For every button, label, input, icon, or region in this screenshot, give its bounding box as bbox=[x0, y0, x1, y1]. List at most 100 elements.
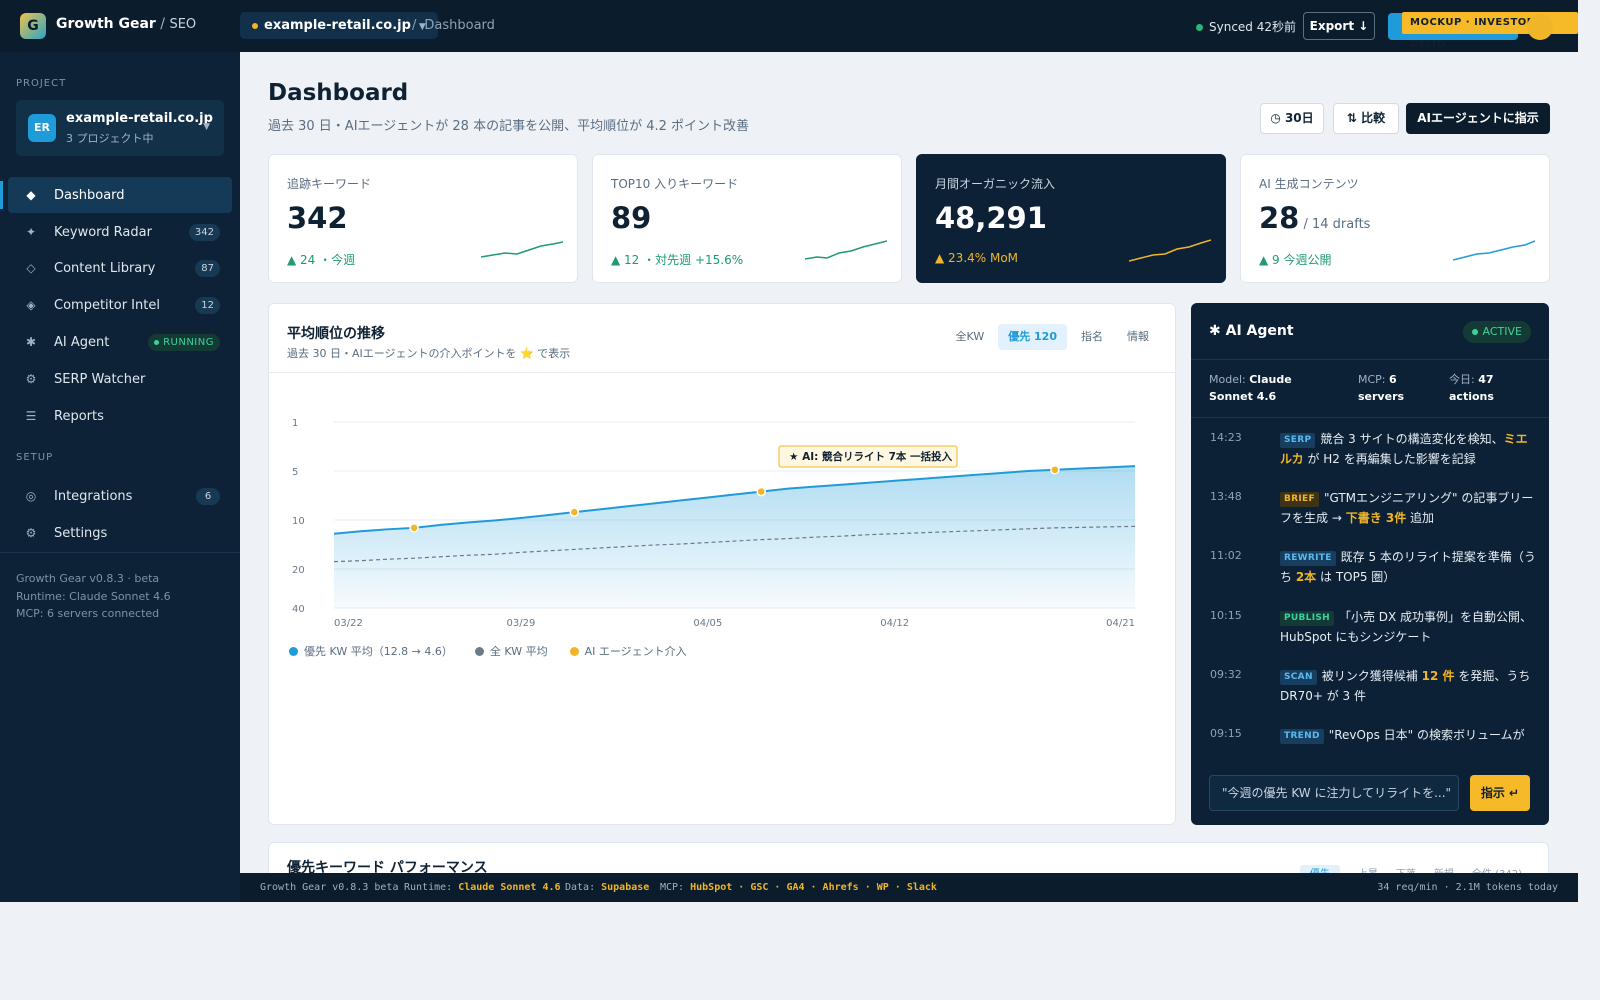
feed-tag: SERP bbox=[1280, 433, 1316, 448]
feed-text: SERP 競合 3 サイトの構造変化を検知、ミエルカ が H2 を再編集した影響を… bbox=[1280, 429, 1536, 469]
domain-selector[interactable]: example-retail.co.jp ▼ bbox=[240, 12, 438, 39]
feed-highlight: 下書き 3件 bbox=[1345, 511, 1407, 525]
sync-dot-icon bbox=[1196, 24, 1203, 31]
mcp-text: MCP: 6 servers connected bbox=[16, 607, 160, 620]
y-tick-label: 1 bbox=[292, 418, 298, 429]
tab-priority[interactable]: 優先 120 bbox=[998, 324, 1067, 350]
sidebar-item-serp-watcher[interactable]: ⚙ SERP Watcher bbox=[8, 361, 232, 397]
project-count: 3 プロジェクト中 bbox=[66, 132, 154, 145]
instruct-agent-button[interactable]: AIエージェントに指示 bbox=[1406, 103, 1550, 134]
agent-model: Model: Claude Sonnet 4.6 bbox=[1209, 371, 1339, 405]
sync-status: Synced 42秒前 bbox=[1196, 18, 1296, 35]
feed-tag: SCAN bbox=[1280, 670, 1317, 685]
kpi-card-top10-keywords[interactable]: TOP10 入りキーワード 89 ▲ 12 ・対先週 +15.6% bbox=[592, 154, 902, 283]
sidebar-item-competitor-intel[interactable]: ◈ Competitor Intel 12 bbox=[8, 287, 232, 323]
sync-label: Synced 42秒前 bbox=[1209, 20, 1297, 34]
sidebar-footer: Growth Gear v0.8.3 · beta Runtime: Claud… bbox=[16, 570, 171, 623]
sidebar-item-dashboard[interactable]: ◆ Dashboard bbox=[0, 177, 232, 213]
agent-divider bbox=[1191, 359, 1549, 360]
feed-text-part: 追加 bbox=[1406, 511, 1435, 525]
export-button[interactable]: Export ↓ bbox=[1303, 12, 1375, 40]
sidebar-item-content-library[interactable]: ◇ Content Library 87 bbox=[8, 250, 232, 286]
diamond-dot-icon: ◈ bbox=[26, 298, 36, 312]
x-tick-label: 04/21 bbox=[1106, 618, 1135, 629]
agent-send-button[interactable]: 指示 ↵ bbox=[1470, 775, 1530, 811]
page-title: Dashboard bbox=[268, 80, 409, 106]
sidebar-item-ai-agent[interactable]: ✱ AI Agent RUNNING bbox=[8, 324, 232, 360]
agent-divider bbox=[1191, 417, 1549, 418]
sidebar-item-settings[interactable]: ⚙ Settings bbox=[8, 515, 232, 551]
app-logo: G bbox=[20, 13, 46, 39]
status-dot-icon bbox=[1471, 329, 1478, 335]
feed-text-part: "RevOps 日本" の検索ボリュームが bbox=[1328, 728, 1525, 742]
status-data: Data: Supabase bbox=[565, 882, 649, 893]
legend-label: 全 KW 平均 bbox=[489, 645, 548, 658]
y-tick-label: 20 bbox=[292, 565, 305, 576]
legend-label: AI エージェント介入 bbox=[584, 645, 687, 658]
ranking-trend-panel: 平均順位の推移 過去 30 日・AIエージェントの介入ポイントを ⭐ で表示 全… bbox=[268, 303, 1176, 825]
tab-branded[interactable]: 指名 bbox=[1071, 324, 1113, 350]
agent-status-badge: ACTIVE bbox=[1462, 321, 1531, 343]
status-usage: 34 req/min · 2.1M tokens today bbox=[1377, 882, 1558, 893]
sidebar-item-keyword-radar[interactable]: ✦ Keyword Radar 342 bbox=[8, 214, 232, 250]
legend-item-all: 全 KW 平均 bbox=[474, 643, 548, 659]
breadcrumb-current[interactable]: Dashboard bbox=[424, 18, 495, 33]
gear-icon: ⚙ bbox=[25, 372, 37, 386]
page-subtitle: 過去 30 日・AIエージェントが 28 本の記事を公開、平均順位が 4.2 ポ… bbox=[268, 119, 750, 134]
kpi-value: 89 bbox=[611, 201, 652, 235]
feed-text: TREND "RevOps 日本" の検索ボリュームが bbox=[1280, 725, 1536, 745]
count-badge: 12 bbox=[195, 297, 220, 314]
kpi-value: 48,291 bbox=[935, 201, 1047, 235]
legend-swatch bbox=[289, 647, 298, 656]
kpi-label: TOP10 入りキーワード bbox=[611, 177, 739, 191]
list-icon: ☰ bbox=[25, 409, 37, 423]
feed-highlight: 12 件 bbox=[1421, 669, 1455, 683]
feed-text: PUBLISH 「小売 DX 成功事例」を自動公開、HubSpot にもシンジケー… bbox=[1280, 607, 1536, 647]
agent-activity-feed[interactable]: 14:23 SERP 競合 3 サイトの構造変化を検知、ミエルカ が H2 を再編… bbox=[1191, 429, 1549, 761]
sidebar-item-reports[interactable]: ☰ Reports bbox=[8, 398, 232, 434]
sidebar-item-label: Content Library bbox=[54, 260, 156, 276]
feed-highlight: 2本 bbox=[1295, 570, 1317, 584]
ai-intervention-point[interactable] bbox=[1050, 465, 1060, 475]
period-button[interactable]: ◷ 30日 bbox=[1260, 103, 1324, 134]
feed-text: REWRITE 既存 5 本のリライト提案を準備（うち 2本 は TOP5 圏） bbox=[1280, 547, 1536, 587]
status-mcp-label: MCP: bbox=[660, 882, 691, 893]
ai-intervention-point[interactable] bbox=[569, 507, 580, 517]
legend-item-ai: AI エージェント介入 bbox=[569, 643, 687, 659]
agent-title: ✱ AI Agent bbox=[1209, 323, 1294, 339]
sidebar-item-label: Settings bbox=[54, 525, 108, 541]
status-bar: Growth Gear v0.8.3 beta Runtime: Claude … bbox=[240, 873, 1578, 902]
ranking-line-chart: 1 5 10 20 40 03/22 03/29 04/05 04/12 04/21 ★ AI: … bbox=[292, 418, 1136, 629]
diamond-outline-icon: ◇ bbox=[26, 261, 36, 275]
version-text: Growth Gear v0.8.3 · beta bbox=[16, 572, 160, 585]
agent-status-label: ACTIVE bbox=[1482, 325, 1522, 338]
tab-informational[interactable]: 情報 bbox=[1117, 324, 1159, 350]
feed-text-part: 競合 3 サイトの構造変化を検知、 bbox=[1320, 432, 1504, 446]
sparkle-icon: ✦ bbox=[25, 225, 37, 239]
sidebar-item-label: Integrations bbox=[54, 488, 133, 504]
agent-instruction-input[interactable]: "今週の優先 KW に注力してリライトを..." bbox=[1209, 775, 1459, 811]
feed-time: 13:48 bbox=[1210, 490, 1242, 503]
running-dot-icon bbox=[154, 339, 160, 345]
compare-button[interactable]: ⇅ 比較 bbox=[1333, 103, 1399, 134]
x-tick-label: 04/05 bbox=[693, 618, 722, 629]
kpi-card-tracked-keywords[interactable]: 追跡キーワード 342 ▲ 24 ・今週 bbox=[268, 154, 578, 283]
legend-swatch bbox=[474, 647, 484, 656]
sidebar-item-integrations[interactable]: ◎ Integrations 6 bbox=[8, 478, 232, 514]
agent-today: 今日: 47 actions bbox=[1449, 371, 1529, 405]
kpi-card-organic-traffic[interactable]: 月間オーガニック流入 48,291 ▲ 23.4% MoM bbox=[916, 154, 1226, 283]
tab-all-kw[interactable]: 全KW bbox=[946, 324, 995, 350]
feed-text-part: は TOP5 圏） bbox=[1316, 570, 1396, 584]
sidebar-item-label: Keyword Radar bbox=[54, 224, 152, 240]
project-switcher[interactable]: ER example-retail.co.jp 3 プロジェクト中 ▼ bbox=[16, 100, 224, 156]
kpi-card-ai-content[interactable]: AI 生成コンテンツ 28 / 14 drafts ▲ 9 今週公開 bbox=[1240, 154, 1550, 283]
breadcrumb: / Dashboard bbox=[412, 18, 495, 33]
ai-intervention-point[interactable] bbox=[756, 486, 766, 497]
feed-time: 10:15 bbox=[1210, 609, 1242, 622]
user-avatar[interactable] bbox=[1527, 14, 1553, 40]
ai-intervention-point[interactable] bbox=[409, 523, 419, 533]
setup-section-label: SETUP bbox=[16, 452, 54, 463]
kpi-delta: ▲ 24 ・今週 bbox=[287, 253, 356, 267]
status-runtime-label: Runtime: bbox=[404, 882, 459, 893]
sidebar-item-label: Competitor Intel bbox=[54, 297, 160, 313]
